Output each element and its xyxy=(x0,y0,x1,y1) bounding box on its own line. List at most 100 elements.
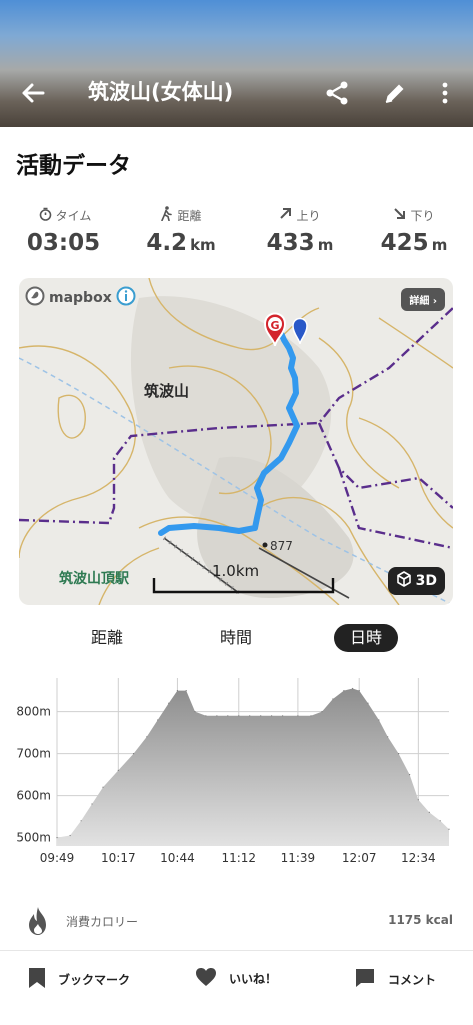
elevation-point xyxy=(185,690,187,692)
stat-ascent: 上り 433 m xyxy=(245,206,355,256)
stat-value: 425 xyxy=(380,230,429,256)
elevation-point xyxy=(321,711,323,713)
elevation-area xyxy=(57,688,449,846)
elevation-point xyxy=(176,690,178,692)
stat-label: 上り xyxy=(296,208,321,223)
chart-tabs: 距離 時間 日時 xyxy=(0,624,473,652)
elevation-point xyxy=(91,803,93,805)
elevation-point xyxy=(146,736,148,738)
map-terrain: G xyxy=(19,278,453,605)
x-tick-label: 12:07 xyxy=(342,851,377,865)
elevation-point xyxy=(238,715,240,717)
elevation-marker-label: 877 xyxy=(270,539,293,553)
stat-unit: km xyxy=(190,236,216,254)
x-tick-label: 11:39 xyxy=(281,851,316,865)
elevation-point xyxy=(352,687,354,690)
detail-button-label: 詳細 xyxy=(409,296,430,307)
elevation-point xyxy=(80,820,82,822)
header: 筑波山(女体山) xyxy=(0,0,473,127)
stat-value: 03:05 xyxy=(26,230,101,256)
bookmark-label: ブックマーク xyxy=(58,973,131,987)
comment-button[interactable]: コメント xyxy=(354,967,436,992)
elevation-point xyxy=(271,715,273,717)
page-title: 筑波山(女体山) xyxy=(88,80,234,104)
stat-distance: 距離 4.2 km xyxy=(126,206,236,256)
stat-time: タイム 03:05 xyxy=(10,206,120,256)
elevation-point xyxy=(439,820,441,822)
stat-label: 下り xyxy=(410,208,435,223)
elevation-point xyxy=(387,736,389,738)
elevation-point xyxy=(194,711,196,713)
elevation-point xyxy=(428,811,430,813)
goal-marker-label: G xyxy=(270,319,279,332)
share-icon[interactable] xyxy=(324,80,350,110)
elevation-point xyxy=(409,774,411,776)
stat-value: 4.2 xyxy=(146,230,188,256)
start-marker xyxy=(292,317,308,345)
x-tick-label: 12:34 xyxy=(401,851,436,865)
route-map[interactable]: G mapbox 詳細 › 筑波山 筑波山頂駅 877 1.0km 3D xyxy=(19,278,453,605)
map-3d-button[interactable]: 3D xyxy=(387,567,445,595)
x-tick-label: 11:12 xyxy=(221,851,256,865)
flame-icon xyxy=(26,906,50,940)
elevation-point xyxy=(69,834,71,837)
back-arrow-icon[interactable] xyxy=(20,80,46,110)
stat-descent: 下り 425 m xyxy=(359,206,469,256)
peak-label: 筑波山 xyxy=(144,382,190,400)
bookmark-icon xyxy=(28,967,46,992)
tab-datetime[interactable]: 日時 xyxy=(334,624,398,652)
x-tick-label: 09:49 xyxy=(40,851,75,865)
elevation-point xyxy=(378,719,380,721)
y-tick-label: 600m xyxy=(16,789,51,803)
info-icon[interactable] xyxy=(116,286,136,310)
elevation-point xyxy=(133,753,135,755)
map-detail-button[interactable]: 詳細 › xyxy=(401,288,445,311)
calories-label: 消費カロリー xyxy=(66,915,139,929)
stat-value: 433 xyxy=(266,230,315,256)
bookmark-button[interactable]: ブックマーク xyxy=(28,967,130,992)
tab-time[interactable]: 時間 xyxy=(204,624,268,652)
arrow-down-right-icon xyxy=(393,207,406,223)
more-options-icon[interactable] xyxy=(435,80,455,110)
elevation-point xyxy=(216,715,218,717)
mapbox-attribution[interactable]: mapbox xyxy=(25,286,136,310)
elevation-point xyxy=(343,690,345,692)
stopwatch-icon xyxy=(39,207,52,224)
tab-distance[interactable]: 距離 xyxy=(75,624,139,652)
elevation-point xyxy=(227,715,229,717)
chevron-right-icon: › xyxy=(432,296,437,307)
like-button[interactable]: いいね！ xyxy=(195,967,277,990)
mapbox-text: mapbox xyxy=(49,290,112,306)
x-tick-label: 10:17 xyxy=(101,851,136,865)
elevation-point xyxy=(102,786,104,788)
stat-unit: m xyxy=(431,236,448,254)
elevation-point xyxy=(157,719,159,721)
edit-pencil-icon[interactable] xyxy=(382,80,408,110)
comment-label: コメント xyxy=(388,973,437,987)
elevation-point xyxy=(367,702,369,704)
elevation-point xyxy=(358,690,360,692)
elevation-point xyxy=(117,769,119,771)
y-tick-label: 500m xyxy=(16,831,51,845)
elevation-point xyxy=(332,698,334,700)
elevation-point xyxy=(205,715,207,717)
arrow-up-right-icon xyxy=(279,207,292,223)
section-title: 活動データ xyxy=(16,153,131,179)
bottom-action-bar: ブックマーク いいね！ コメント xyxy=(0,950,473,1025)
scale-label: 1.0km xyxy=(212,562,260,580)
elevation-point xyxy=(417,799,419,801)
calories-row: 消費カロリー 1175 kcal xyxy=(0,900,473,944)
stat-label: 距離 xyxy=(177,208,202,223)
elevation-point xyxy=(448,828,450,830)
elevation-point xyxy=(297,715,299,717)
station-label: 筑波山頂駅 xyxy=(59,571,129,587)
comment-icon xyxy=(354,967,376,992)
mapbox-logo-icon xyxy=(25,286,45,310)
elevation-point xyxy=(310,715,312,717)
elevation-chart: 500m 600m 700m 800m 09:49 10:17 10:44 11:12 11:3… xyxy=(16,678,450,865)
elevation-point xyxy=(249,715,251,717)
btn-3d-label: 3D xyxy=(415,573,437,589)
cube-icon xyxy=(396,571,412,591)
elevation-point xyxy=(260,715,262,717)
elevation-point xyxy=(282,715,284,717)
